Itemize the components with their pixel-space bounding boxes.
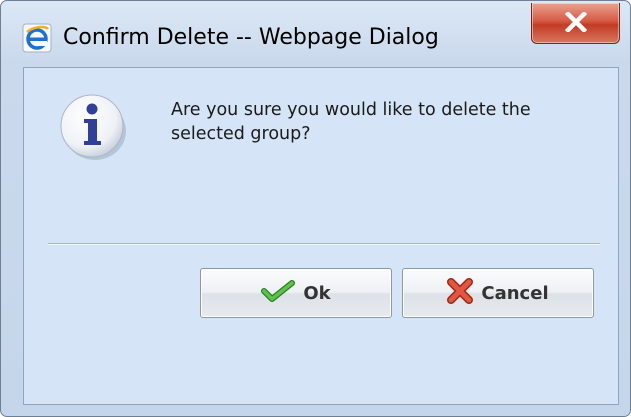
close-icon (565, 12, 587, 32)
dialog-window: Confirm Delete -- Webpage Dialog Are you… (0, 0, 631, 417)
divider (48, 243, 600, 245)
window-title: Confirm Delete -- Webpage Dialog (63, 25, 439, 50)
internet-explorer-icon (22, 23, 52, 53)
dialog-body: Are you sure you would like to delete th… (23, 67, 619, 405)
checkmark-icon (261, 279, 296, 307)
confirmation-message: Are you sure you would like to delete th… (171, 100, 531, 144)
ok-button[interactable]: Ok (200, 268, 392, 318)
ok-button-label: Ok (303, 282, 331, 304)
x-mark-icon (447, 277, 474, 309)
cancel-button[interactable]: Cancel (402, 268, 594, 318)
close-button[interactable] (531, 3, 620, 44)
cancel-button-label: Cancel (481, 282, 549, 304)
info-icon (57, 89, 129, 161)
title-bar[interactable]: Confirm Delete -- Webpage Dialog (1, 1, 630, 67)
